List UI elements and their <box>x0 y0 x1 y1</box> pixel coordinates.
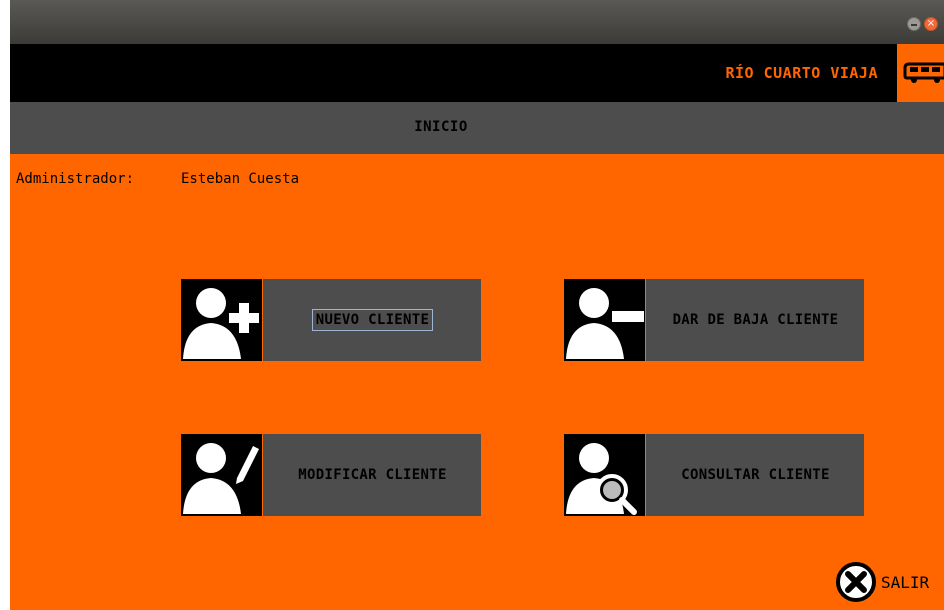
admin-name: Esteban Cuesta <box>181 171 300 187</box>
close-window-button[interactable]: × <box>924 17 938 31</box>
new-client-label: NUEVO CLIENTE <box>264 279 481 361</box>
window-left-edge <box>0 0 10 610</box>
admin-label: Administrador: <box>16 171 135 187</box>
edit-client-label: MODIFICAR CLIENTE <box>298 467 447 483</box>
close-circle-icon <box>836 562 876 602</box>
search-client-label: CONSULTAR CLIENTE <box>681 467 830 483</box>
app-content: RÍO CUARTO VIAJA INICIO Administrador: E… <box>10 44 944 610</box>
bus-icon-container <box>897 44 944 102</box>
user-edit-icon <box>181 434 263 516</box>
app-header: RÍO CUARTO VIAJA <box>10 44 944 102</box>
user-remove-icon <box>564 279 646 361</box>
exit-label: SALIR <box>881 573 930 592</box>
edit-client-button[interactable]: MODIFICAR CLIENTE <box>181 434 481 516</box>
page-title: INICIO <box>414 119 468 135</box>
remove-client-button[interactable]: DAR DE BAJA CLIENTE <box>564 279 864 361</box>
user-search-icon <box>564 434 646 516</box>
brand-title: RÍO CUARTO VIAJA <box>725 64 878 82</box>
new-client-text: NUEVO CLIENTE <box>311 309 434 331</box>
page-header-bar: INICIO <box>10 102 944 154</box>
new-client-button[interactable]: NUEVO CLIENTE <box>181 279 481 361</box>
minimize-button[interactable] <box>907 17 921 31</box>
search-client-button[interactable]: CONSULTAR CLIENTE <box>564 434 864 516</box>
window-titlebar: × <box>0 0 944 44</box>
exit-button[interactable]: SALIR <box>835 561 944 603</box>
remove-client-label: DAR DE BAJA CLIENTE <box>672 312 839 328</box>
user-add-icon <box>181 279 263 361</box>
bus-icon <box>903 62 944 83</box>
